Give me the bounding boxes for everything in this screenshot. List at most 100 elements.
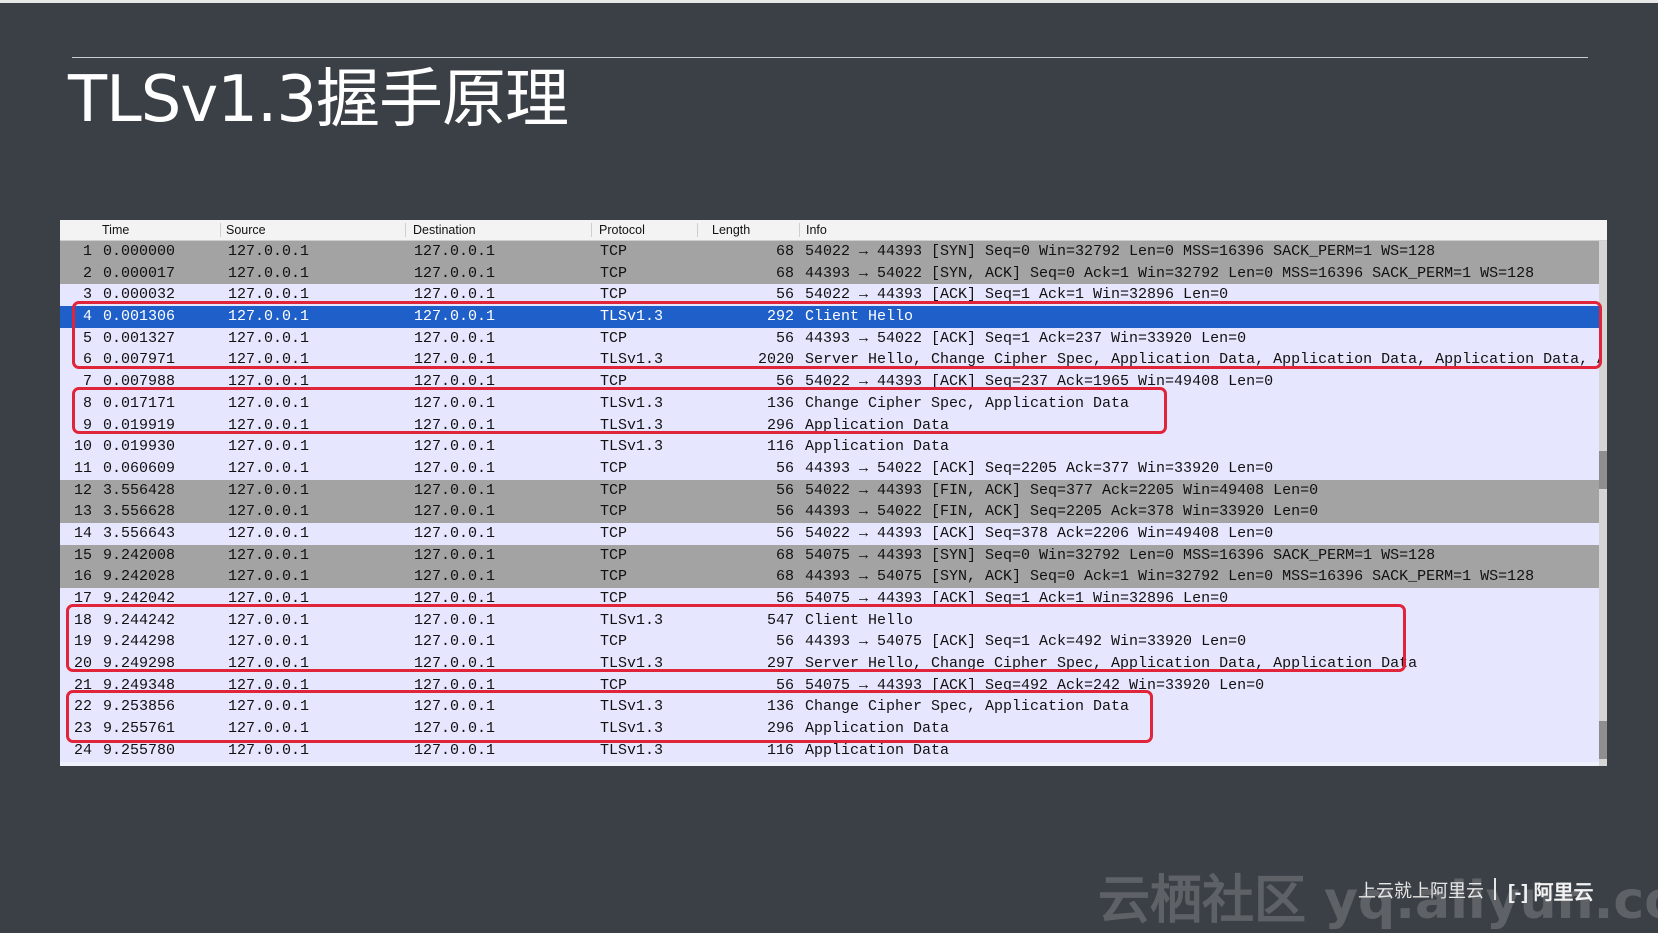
table-row[interactable]: 6 0.007971 127.0.0.1 127.0.0.1 TLSv1.3 2020 Se… <box>60 349 1607 372</box>
logo-text: 阿里云 <box>1533 882 1594 904</box>
packet-length: 56 <box>775 481 794 499</box>
table-row[interactable]: 4 0.001306 127.0.0.1 127.0.0.1 TLSv1.3 292 Cli… <box>60 306 1607 328</box>
table-row[interactable]: 7 0.007988 127.0.0.1 127.0.0.1 TCP 56 54022 → … <box>60 371 1607 393</box>
col-header-length[interactable]: Length <box>712 223 750 237</box>
packet-time: 9.249348 <box>103 676 176 694</box>
packet-number: 8 <box>82 394 92 412</box>
table-row[interactable]: 23 9.255761 127.0.0.1 127.0.0.1 TLSv1.3 296 Ap… <box>60 718 1607 740</box>
aliyun-logo: [-] 阿里云 <box>1508 876 1594 905</box>
packet-info: 54075 → 44393 [ACK] Seq=492 Ack=242 Win=… <box>805 676 1265 694</box>
table-row[interactable]: 10 0.019930 127.0.0.1 127.0.0.1 TLSv1.3 116 Ap… <box>60 436 1607 458</box>
packet-info: 54022 → 44393 [ACK] Seq=1 Ack=1 Win=3289… <box>805 286 1229 304</box>
col-divider[interactable] <box>799 223 800 237</box>
col-header-destination[interactable]: Destination <box>413 223 476 237</box>
table-row[interactable]: 1 0.000000 127.0.0.1 127.0.0.1 TCP 68 54022 → … <box>60 241 1607 263</box>
table-row[interactable]: 19 9.244298 127.0.0.1 127.0.0.1 TCP 56 44393 →… <box>60 631 1607 654</box>
packet-number: 15 <box>73 546 92 564</box>
packet-length: 547 <box>766 611 794 629</box>
col-divider[interactable] <box>591 223 592 237</box>
table-row[interactable]: 2 0.000017 127.0.0.1 127.0.0.1 TCP 68 44393 → … <box>60 262 1607 285</box>
packet-destination: 127.0.0.1 <box>414 568 496 586</box>
packet-source: 127.0.0.1 <box>228 655 310 673</box>
packet-time: 0.007971 <box>103 351 176 369</box>
packet-number: 10 <box>73 438 92 456</box>
packet-info: 44393 → 54022 [ACK] Seq=2205 Ack=377 Win… <box>805 459 1274 477</box>
packet-length: 56 <box>775 590 794 607</box>
scrollbar-thumb[interactable] <box>1599 451 1607 489</box>
packet-source: 127.0.0.1 <box>228 286 310 304</box>
col-header-source[interactable]: Source <box>226 223 266 237</box>
packet-number: 1 <box>82 243 92 260</box>
packet-source: 127.0.0.1 <box>228 568 310 586</box>
slide-title: TLSv1.3握手原理 <box>68 63 569 137</box>
packet-destination: 127.0.0.1 <box>414 373 496 391</box>
col-header-info[interactable]: Info <box>806 223 827 237</box>
packet-protocol: TLSv1.3 <box>600 698 664 716</box>
table-row[interactable]: 24 9.255780 127.0.0.1 127.0.0.1 TLSv1.3 116 Ap… <box>60 739 1607 762</box>
packet-number: 5 <box>82 329 92 347</box>
packet-info: 44393 → 54022 [FIN, ACK] Seq=2205 Ack=37… <box>805 503 1319 521</box>
packet-rows: 1 0.000000 127.0.0.1 127.0.0.1 TCP 68 54022 → … <box>60 241 1607 762</box>
packet-destination: 127.0.0.1 <box>414 633 496 651</box>
table-row[interactable]: 11 0.060609 127.0.0.1 127.0.0.1 TCP 56 44393 →… <box>60 457 1607 480</box>
packet-protocol: TCP <box>600 568 628 586</box>
packet-number: 20 <box>73 655 92 673</box>
packet-info: 54022 → 44393 [ACK] Seq=378 Ack=2206 Win… <box>805 524 1274 542</box>
table-row[interactable]: 12 3.556428 127.0.0.1 127.0.0.1 TCP 56 54022 →… <box>60 479 1607 502</box>
packet-info: Change Cipher Spec, Application Data <box>805 394 1130 412</box>
packet-info: 54022 → 44393 [ACK] Seq=237 Ack=1965 Win… <box>805 373 1274 391</box>
packet-number: 6 <box>82 351 92 369</box>
packet-time: 3.556628 <box>103 503 176 521</box>
packet-destination: 127.0.0.1 <box>414 286 496 304</box>
packet-time: 0.019919 <box>103 416 176 434</box>
table-row[interactable]: 15 9.242008 127.0.0.1 127.0.0.1 TCP 68 54075 →… <box>60 544 1607 567</box>
packet-time: 9.255761 <box>103 720 176 738</box>
packet-protocol: TLSv1.3 <box>600 394 664 412</box>
packet-length: 116 <box>766 438 794 456</box>
packet-number: 4 <box>82 308 92 326</box>
col-header-protocol[interactable]: Protocol <box>599 223 645 237</box>
packet-source: 127.0.0.1 <box>228 264 310 282</box>
packet-number: 9 <box>82 416 92 434</box>
table-row[interactable]: 21 9.249348 127.0.0.1 127.0.0.1 TCP 56 54075 →… <box>60 674 1607 697</box>
packet-number: 22 <box>73 698 92 716</box>
packet-number: 19 <box>73 633 92 651</box>
packet-protocol: TLSv1.3 <box>600 655 664 673</box>
table-row[interactable]: 16 9.242028 127.0.0.1 127.0.0.1 TCP 68 44393 →… <box>60 566 1607 588</box>
packet-info: Server Hello, Change Cipher Spec, Applic… <box>805 351 1607 369</box>
packet-info: Application Data <box>805 741 950 759</box>
table-row[interactable]: 9 0.019919 127.0.0.1 127.0.0.1 TLSv1.3 296 App… <box>60 414 1607 437</box>
packet-destination: 127.0.0.1 <box>414 308 496 326</box>
col-header-time[interactable]: Time <box>102 223 129 237</box>
table-row[interactable]: 22 9.253856 127.0.0.1 127.0.0.1 TLSv1.3 136 Ch… <box>60 696 1607 719</box>
packet-length: 68 <box>775 243 794 260</box>
scrollbar-thumb[interactable] <box>1599 721 1607 759</box>
packet-destination: 127.0.0.1 <box>414 438 496 456</box>
packet-time: 9.253856 <box>103 698 176 716</box>
table-row[interactable]: 17 9.242042 127.0.0.1 127.0.0.1 TCP 56 54075 →… <box>60 588 1607 610</box>
packet-length: 292 <box>766 308 794 326</box>
table-row[interactable]: 13 3.556628 127.0.0.1 127.0.0.1 TCP 56 44393 →… <box>60 501 1607 523</box>
table-row[interactable]: 3 0.000032 127.0.0.1 127.0.0.1 TCP 56 54022 → … <box>60 284 1607 307</box>
packet-protocol: TCP <box>600 329 628 347</box>
col-divider[interactable] <box>220 223 221 237</box>
col-divider[interactable] <box>405 223 406 237</box>
packet-protocol: TCP <box>600 481 628 499</box>
packet-list[interactable]: Time Source Destination Protocol Length … <box>60 220 1607 766</box>
packet-source: 127.0.0.1 <box>228 394 310 412</box>
table-row[interactable]: 14 3.556643 127.0.0.1 127.0.0.1 TCP 56 54022 →… <box>60 522 1607 545</box>
packet-length: 68 <box>775 546 794 564</box>
table-row[interactable]: 5 0.001327 127.0.0.1 127.0.0.1 TCP 56 44393 → … <box>60 327 1607 350</box>
packet-source: 127.0.0.1 <box>228 590 310 607</box>
col-divider[interactable] <box>697 223 698 237</box>
vertical-scrollbar[interactable] <box>1599 241 1607 766</box>
packet-destination: 127.0.0.1 <box>414 611 496 629</box>
packet-time: 3.556428 <box>103 481 176 499</box>
table-row[interactable]: 18 9.244242 127.0.0.1 127.0.0.1 TLSv1.3 547 Cl… <box>60 609 1607 632</box>
packet-protocol: TCP <box>600 503 628 521</box>
packet-source: 127.0.0.1 <box>228 720 310 738</box>
table-row[interactable]: 20 9.249298 127.0.0.1 127.0.0.1 TLSv1.3 297 Se… <box>60 653 1607 675</box>
table-row[interactable]: 8 0.017171 127.0.0.1 127.0.0.1 TLSv1.3 136 Cha… <box>60 392 1607 415</box>
packet-destination: 127.0.0.1 <box>414 655 496 673</box>
packet-info: Client Hello <box>805 308 914 326</box>
